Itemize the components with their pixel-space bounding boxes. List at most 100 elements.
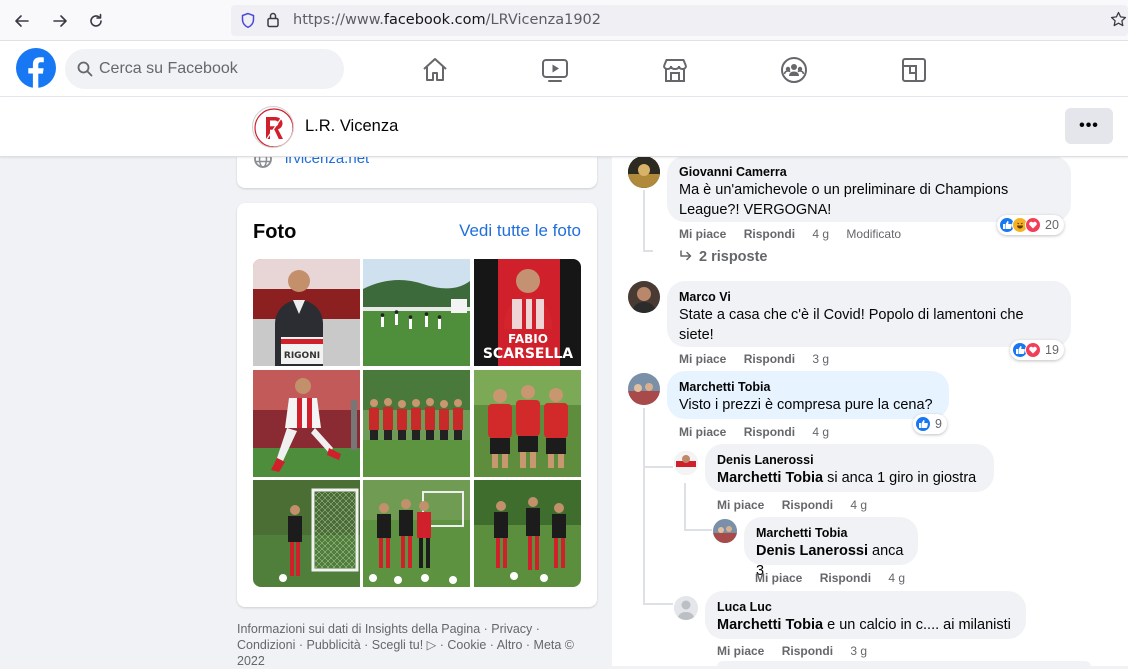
mention-link[interactable]: Marchetti Tobia (717, 617, 823, 633)
like-reaction-icon (915, 416, 931, 432)
mention-link[interactable]: Denis Lanerossi (756, 543, 868, 559)
comment-actions: Mi piace Rispondi 4 g (717, 498, 881, 512)
home-icon[interactable] (420, 55, 450, 85)
poster-first-name: FABIO (508, 332, 548, 346)
photo-thumbnail[interactable] (253, 480, 360, 587)
comment-author[interactable]: Marco Vi (679, 289, 1059, 305)
reply-button[interactable]: Rispondi (820, 571, 871, 585)
comment-time[interactable]: 3 g (812, 352, 829, 366)
view-replies-label[interactable]: 2 risposte (699, 249, 768, 265)
like-button[interactable]: Mi piace (679, 227, 726, 241)
comment-author[interactable]: Denis Lanerossi (717, 452, 982, 468)
comment-text: Visto i prezzi è compresa pure la cena? (679, 397, 933, 413)
thread-line (684, 483, 686, 529)
like-button[interactable]: Mi piace (679, 425, 726, 439)
like-button[interactable]: Mi piace (717, 644, 764, 658)
page-footer: Informazioni sui dati di Insights della … (237, 621, 597, 669)
comment-time[interactable]: 4 g (888, 571, 905, 585)
reaction-summary[interactable]: 20 (997, 215, 1064, 235)
photos-title: Foto (253, 221, 297, 243)
facebook-header (0, 41, 1128, 97)
more-options-label: ••• (1079, 117, 1099, 134)
view-replies-link[interactable]: 2 risposte (679, 249, 768, 265)
address-bar[interactable]: https://www.facebook.com/LRVicenza1902 (231, 5, 1128, 36)
reload-icon[interactable] (83, 8, 109, 34)
comments-section: Giovanni Camerra Ma è un'amichevole o un… (612, 140, 1128, 667)
watch-video-icon[interactable] (540, 55, 570, 85)
reaction-count: 20 (1045, 218, 1059, 232)
browser-toolbar: https://www.facebook.com/LRVicenza1902 (0, 0, 1128, 41)
page-header: L.R. Vicenza ••• (0, 97, 1128, 157)
comment-bubble: Giovanni Camerra Ma è un'amichevole o un… (667, 156, 1071, 222)
groups-icon[interactable] (779, 55, 809, 85)
reply-arrow-icon (679, 249, 699, 265)
back-arrow-icon[interactable] (9, 8, 35, 34)
reply-button[interactable]: Rispondi (744, 352, 795, 366)
comment-bubble: Marco Vi State a casa che c'è il Covid! … (667, 281, 1071, 347)
search-input[interactable] (99, 49, 334, 89)
thread-line (684, 529, 712, 531)
avatar[interactable] (628, 281, 660, 313)
photo-thumbnail[interactable] (363, 259, 470, 366)
avatar[interactable] (674, 596, 698, 620)
search-icon (77, 61, 93, 82)
avatar[interactable] (674, 451, 698, 475)
tracking-shield-icon[interactable] (240, 12, 256, 34)
reply-button[interactable]: Rispondi (782, 498, 833, 512)
comment-author[interactable]: Marchetti Tobia (679, 379, 937, 395)
page-logo-icon[interactable] (252, 106, 294, 148)
avatar[interactable] (713, 519, 737, 543)
comment-author[interactable]: Giovanni Camerra (679, 164, 1059, 180)
thread-line (643, 250, 653, 252)
marketplace-icon[interactable] (660, 55, 690, 85)
photo-thumbnail[interactable] (474, 480, 581, 587)
photo-thumbnail[interactable] (363, 370, 470, 477)
poster-last-name: SCARSELLA (483, 346, 573, 362)
forward-arrow-icon[interactable] (47, 8, 73, 34)
footer-links[interactable]: Informazioni sui dati di Insights della … (237, 622, 574, 668)
comment-time[interactable]: 4 g (850, 498, 867, 512)
photo-thumbnail[interactable] (474, 370, 581, 477)
lock-icon[interactable] (266, 11, 280, 33)
like-button[interactable]: Mi piace (679, 352, 726, 366)
thread-line (643, 408, 645, 604)
comment-author[interactable]: Luca Luc (717, 599, 1014, 615)
reply-button[interactable]: Rispondi (744, 425, 795, 439)
comment-author[interactable]: Marchetti Tobia (756, 525, 906, 541)
facebook-logo-icon[interactable] (16, 48, 56, 88)
reply-button[interactable]: Rispondi (782, 644, 833, 658)
comment-actions: Mi piace Rispondi 4 g (755, 571, 919, 585)
gaming-icon[interactable] (899, 55, 929, 85)
comment-time[interactable]: 4 g (812, 227, 829, 241)
see-all-photos-link[interactable]: Vedi tutte le foto (459, 221, 581, 241)
comment-bubble: Marchetti Tobia Visto i prezzi è compres… (667, 371, 949, 419)
bookmark-star-icon[interactable] (1110, 11, 1127, 33)
reply-bubble: Denis Lanerossi Marchetti Tobia si anca … (705, 444, 994, 492)
url-text[interactable]: https://www.facebook.com/LRVicenza1902 (293, 12, 601, 28)
comment-time[interactable]: 3 g (850, 644, 867, 658)
avatar[interactable] (628, 156, 660, 188)
search-box[interactable] (65, 49, 344, 89)
like-button[interactable]: Mi piace (717, 498, 764, 512)
comment-time[interactable]: 4 g (812, 425, 829, 439)
shirt-text: RIGONI (284, 351, 320, 361)
page-name[interactable]: L.R. Vicenza (305, 117, 398, 136)
comment-text: Ma è un'amichevole o un preliminare di C… (679, 182, 1009, 218)
photo-thumbnail[interactable]: FABIO SCARSELLA (474, 259, 581, 366)
like-button[interactable]: Mi piace (755, 571, 802, 585)
more-options-button[interactable]: ••• (1065, 108, 1113, 144)
avatar[interactable] (628, 373, 660, 405)
photo-thumbnail[interactable] (363, 480, 470, 587)
comment-text: State a casa che c'è il Covid! Popolo di… (679, 307, 1024, 343)
reaction-summary[interactable]: 9 (913, 414, 947, 434)
comment-actions: Mi piace Rispondi 3 g (717, 644, 881, 658)
edited-label: Modificato (846, 227, 902, 241)
photos-card: Foto Vedi tutte le foto RIGONI FABIO SCA… (237, 203, 597, 607)
comment-actions: Mi piace Rispondi 3 g (679, 352, 843, 366)
reply-button[interactable]: Rispondi (744, 227, 795, 241)
photo-thumbnail[interactable] (253, 370, 360, 477)
reaction-summary[interactable]: 19 (1010, 340, 1064, 360)
comment-text: Marchetti Tobia si anca 1 giro in giostr… (717, 470, 977, 486)
mention-link[interactable]: Marchetti Tobia (717, 470, 823, 486)
photo-thumbnail[interactable]: RIGONI (253, 259, 360, 366)
